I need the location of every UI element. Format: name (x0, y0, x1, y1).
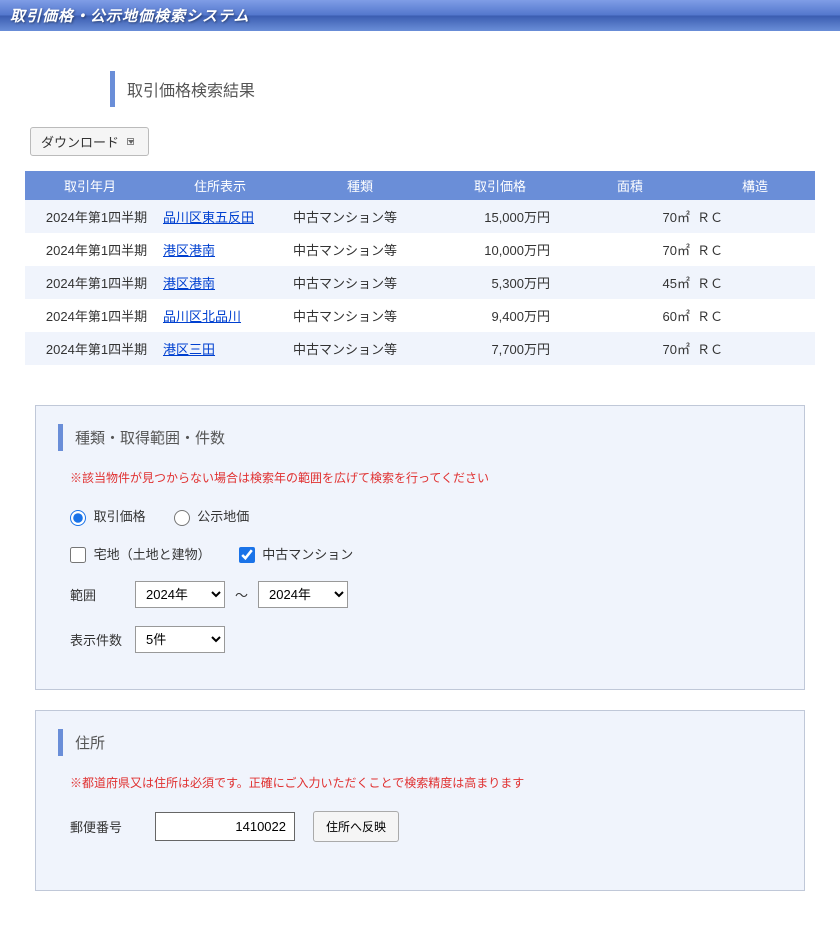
cell-type: 中古マンション等 (285, 299, 435, 332)
cell-structure: ＲＣ (695, 299, 815, 332)
col-period: 取引年月 (25, 171, 155, 200)
checkbox-land-label[interactable]: 宅地（土地と建物） (70, 544, 211, 564)
download-button[interactable]: ダウンロード (30, 127, 149, 156)
cell-period: 2024年第1四半期 (25, 266, 155, 299)
col-price: 取引価格 (435, 171, 565, 200)
results-section-title: 取引価格検索結果 (110, 71, 815, 107)
cell-type: 中古マンション等 (285, 266, 435, 299)
cell-area: 70㎡ (565, 200, 695, 233)
checkbox-condo[interactable] (239, 547, 255, 563)
cell-address: 港区港南 (155, 233, 285, 266)
cell-price: 5,300万円 (435, 266, 565, 299)
cell-structure: ＲＣ (695, 233, 815, 266)
radio-public-label[interactable]: 公示地価 (174, 506, 250, 526)
table-row: 2024年第1四半期港区港南 中古マンション等5,300万円45㎡ＲＣ (25, 266, 815, 299)
address-link[interactable]: 品川区北品川 (163, 309, 241, 324)
address-link[interactable]: 港区港南 (163, 276, 215, 291)
filter-panel-title: 種類・取得範囲・件数 (58, 424, 782, 451)
count-select[interactable]: 5件 (135, 626, 225, 653)
col-structure: 構造 (695, 171, 815, 200)
filter-warning: ※該当物件が見つからない場合は検索年の範囲を広げて検索を行ってください (70, 469, 782, 486)
radio-public[interactable] (174, 510, 190, 526)
cell-price: 9,400万円 (435, 299, 565, 332)
count-label: 表示件数 (70, 630, 125, 649)
checkbox-land[interactable] (70, 547, 86, 563)
cell-address: 港区港南 (155, 266, 285, 299)
address-panel-title: 住所 (58, 729, 782, 756)
cell-structure: ＲＣ (695, 266, 815, 299)
cell-area: 60㎡ (565, 299, 695, 332)
postal-label: 郵便番号 (70, 817, 145, 836)
radio-transaction[interactable] (70, 510, 86, 526)
col-type: 種類 (285, 171, 435, 200)
cell-period: 2024年第1四半期 (25, 332, 155, 365)
dropdown-icon (127, 138, 134, 145)
cell-structure: ＲＣ (695, 200, 815, 233)
cell-type: 中古マンション等 (285, 200, 435, 233)
cell-price: 15,000万円 (435, 200, 565, 233)
reflect-button[interactable]: 住所へ反映 (313, 811, 399, 842)
address-warning: ※都道府県又は住所は必須です。正確にご入力いただくことで検索精度は高まります (70, 774, 782, 791)
col-area: 面積 (565, 171, 695, 200)
address-link[interactable]: 港区港南 (163, 243, 215, 258)
cell-type: 中古マンション等 (285, 233, 435, 266)
cell-price: 7,700万円 (435, 332, 565, 365)
filter-panel: 種類・取得範囲・件数 ※該当物件が見つからない場合は検索年の範囲を広げて検索を行… (35, 405, 805, 690)
cell-type: 中古マンション等 (285, 332, 435, 365)
cell-period: 2024年第1四半期 (25, 233, 155, 266)
table-row: 2024年第1四半期品川区北品川 中古マンション等9,400万円60㎡ＲＣ (25, 299, 815, 332)
cell-period: 2024年第1四半期 (25, 200, 155, 233)
results-table: 取引年月 住所表示 種類 取引価格 面積 構造 2024年第1四半期品川区東五反… (25, 171, 815, 365)
address-link[interactable]: 港区三田 (163, 342, 215, 357)
cell-area: 70㎡ (565, 332, 695, 365)
radio-transaction-label[interactable]: 取引価格 (70, 506, 146, 526)
address-link[interactable]: 品川区東五反田 (163, 210, 254, 225)
cell-period: 2024年第1四半期 (25, 299, 155, 332)
cell-area: 70㎡ (565, 233, 695, 266)
download-label: ダウンロード (41, 132, 119, 151)
range-label: 範囲 (70, 585, 125, 604)
cell-address: 品川区東五反田 (155, 200, 285, 233)
postal-input[interactable] (155, 812, 295, 841)
cell-address: 品川区北品川 (155, 299, 285, 332)
table-row: 2024年第1四半期品川区東五反田 中古マンション等15,000万円70㎡ＲＣ (25, 200, 815, 233)
address-panel: 住所 ※都道府県又は住所は必須です。正確にご入力いただくことで検索精度は高まりま… (35, 710, 805, 891)
system-title: 取引価格・公示地価検索システム (10, 8, 250, 25)
table-row: 2024年第1四半期港区港南 中古マンション等10,000万円70㎡ＲＣ (25, 233, 815, 266)
cell-structure: ＲＣ (695, 332, 815, 365)
table-row: 2024年第1四半期港区三田 中古マンション等7,700万円70㎡ＲＣ (25, 332, 815, 365)
year-from-select[interactable]: 2024年 (135, 581, 225, 608)
checkbox-condo-label[interactable]: 中古マンション (239, 544, 354, 564)
year-to-select[interactable]: 2024年 (258, 581, 348, 608)
system-header: 取引価格・公示地価検索システム (0, 0, 840, 31)
cell-address: 港区三田 (155, 332, 285, 365)
range-separator: ～ (235, 585, 248, 604)
cell-price: 10,000万円 (435, 233, 565, 266)
cell-area: 45㎡ (565, 266, 695, 299)
col-address: 住所表示 (155, 171, 285, 200)
